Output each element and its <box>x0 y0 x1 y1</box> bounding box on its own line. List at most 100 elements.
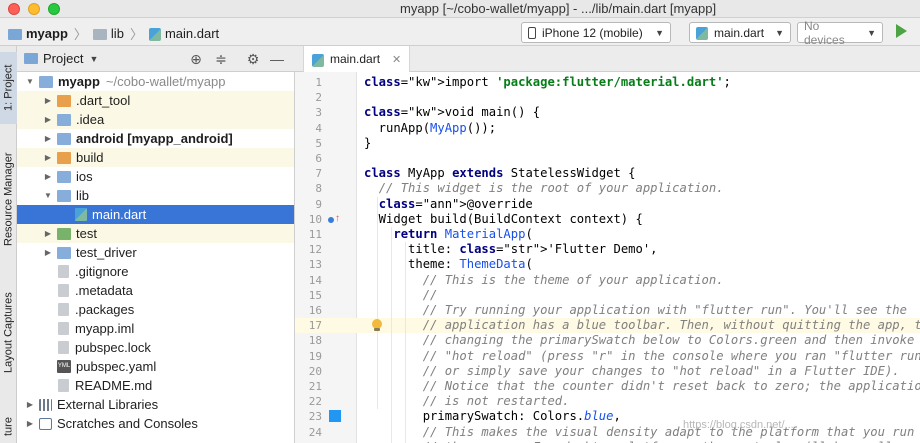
tree-item[interactable]: .metadata <box>17 281 294 300</box>
breadcrumb-lib[interactable]: lib <box>111 26 124 41</box>
code-line[interactable]: // or simply save your changes to "hot r… <box>364 364 900 379</box>
code-line[interactable]: // This makes the visual density adapt t… <box>364 425 915 440</box>
breadcrumb-project[interactable]: myapp <box>26 26 68 41</box>
expand-arrow-icon[interactable]: ▼ <box>43 191 53 200</box>
code-line[interactable]: class="kw">import 'package:flutter/mater… <box>364 75 731 90</box>
window-minimize-button[interactable] <box>28 3 40 15</box>
tree-item[interactable]: myapp.iml <box>17 319 294 338</box>
tree-item-path: ~/cobo-wallet/myapp <box>105 74 226 89</box>
line-number: 18 <box>308 334 322 348</box>
tree-item[interactable]: ▶ .dart_tool <box>17 91 294 110</box>
chevron-down-icon[interactable]: ▼ <box>89 54 98 64</box>
locate-icon[interactable]: ⊕ <box>188 51 204 67</box>
tree-item[interactable]: .gitignore <box>17 262 294 281</box>
code-line[interactable]: Widget build(BuildContext context) { <box>364 212 643 227</box>
tool-tab-project[interactable]: 1: Project <box>0 52 17 124</box>
code-line[interactable]: } <box>364 136 371 151</box>
collapse-arrow-icon[interactable]: ▶ <box>43 229 53 238</box>
hide-panel-icon[interactable]: — <box>269 51 285 67</box>
collapse-arrow-icon[interactable]: ▶ <box>43 115 53 124</box>
tree-item[interactable]: .packages <box>17 300 294 319</box>
tree-item[interactable]: main.dart <box>17 205 294 224</box>
tree-item[interactable]: ▶ test <box>17 224 294 243</box>
code-line[interactable]: class="kw">void main() { <box>364 105 540 120</box>
line-number: 9 <box>315 197 322 211</box>
tree-item-label: .dart_tool <box>76 93 131 108</box>
code-line[interactable]: runApp(MyApp()); <box>364 121 496 136</box>
tree-item[interactable]: ▶ build <box>17 148 294 167</box>
tree-item-label: .gitignore <box>75 264 129 279</box>
code-line[interactable]: class="ann">@override <box>364 197 533 212</box>
color-swatch-icon[interactable] <box>329 410 341 423</box>
editor-tab-main-dart[interactable]: main.dart ✕ <box>303 46 411 72</box>
close-icon[interactable]: ✕ <box>392 53 401 66</box>
code-line[interactable]: // is not restarted. <box>364 394 570 409</box>
tree-item[interactable]: ▶ External Libraries <box>17 395 294 414</box>
tree-item[interactable]: ▶ test_driver <box>17 243 294 262</box>
override-marker-icon[interactable]: ↑ <box>328 213 342 226</box>
window-close-button[interactable] <box>8 3 20 15</box>
collapse-all-icon[interactable]: ≑ <box>213 51 229 67</box>
run-config-selector[interactable]: main.dart ▼ <box>689 22 791 43</box>
line-number: 11 <box>308 228 322 241</box>
dart-file-icon <box>75 208 87 221</box>
tree-item[interactable]: ▶ Scratches and Consoles <box>17 414 294 433</box>
line-number: 15 <box>308 288 322 302</box>
collapse-arrow-icon[interactable]: ▶ <box>43 134 53 143</box>
file-icon <box>58 322 69 335</box>
line-number: 10 <box>308 212 322 226</box>
code-line[interactable]: // This is the theme of your application… <box>364 273 724 288</box>
tree-item-label: .metadata <box>75 283 133 298</box>
breadcrumb-separator-icon: 〉 <box>129 27 143 42</box>
tree-item[interactable]: ▼ myapp ~/cobo-wallet/myapp <box>17 72 294 91</box>
tree-item[interactable]: ▶ .idea <box>17 110 294 129</box>
file-icon <box>58 341 69 354</box>
intention-bulb-icon[interactable] <box>371 319 383 332</box>
collapse-arrow-icon[interactable]: ▶ <box>25 400 35 409</box>
device-selector[interactable]: iPhone 12 (mobile) ▼ <box>521 22 671 43</box>
tree-item[interactable]: ▶ ios <box>17 167 294 186</box>
collapse-arrow-icon[interactable]: ▶ <box>43 153 53 162</box>
collapse-arrow-icon[interactable]: ▶ <box>43 248 53 257</box>
tree-item[interactable]: ▶ android [myapp_android] <box>17 129 294 148</box>
code-line[interactable]: // application has a blue toolbar. Then,… <box>364 318 920 333</box>
code-line[interactable]: // <box>364 288 438 303</box>
code-line[interactable]: title: class="str">'Flutter Demo', <box>364 242 658 257</box>
breadcrumb-file[interactable]: main.dart <box>165 26 219 41</box>
code-line[interactable]: // Try running your application with "fl… <box>364 303 907 318</box>
tree-item[interactable]: pubspec.lock <box>17 338 294 357</box>
code-line[interactable]: // "hot reload" (press "r" in the consol… <box>364 349 920 364</box>
collapse-arrow-icon[interactable]: ▶ <box>43 172 53 181</box>
expand-arrow-icon[interactable]: ▼ <box>25 77 35 86</box>
tool-tab-capture[interactable]: ture <box>0 412 17 442</box>
code-line[interactable]: // changing the primarySwatch below to C… <box>364 333 915 348</box>
tree-item[interactable]: YML pubspec.yaml <box>17 357 294 376</box>
tree-item[interactable]: README.md <box>17 376 294 395</box>
code-editor[interactable]: class="kw">import 'package:flutter/mater… <box>357 72 920 443</box>
run-icon[interactable] <box>896 24 907 38</box>
collapse-arrow-icon[interactable]: ▶ <box>25 419 35 428</box>
tree-item-label: pubspec.yaml <box>76 359 157 374</box>
code-line[interactable]: class MyApp extends StatelessWidget { <box>364 166 636 181</box>
folder-icon <box>57 170 71 183</box>
tool-tab-layout-captures[interactable]: Layout Captures <box>0 286 17 380</box>
code-line[interactable]: theme: ThemeData( <box>364 257 533 272</box>
devices-label: No devices <box>804 18 845 47</box>
window-maximize-button[interactable] <box>48 3 60 15</box>
phone-icon <box>528 26 536 39</box>
left-tool-strip: 1: Project Resource Manager Layout Captu… <box>0 46 17 443</box>
collapse-arrow-icon[interactable]: ▶ <box>43 96 53 105</box>
line-number: 4 <box>315 121 322 135</box>
target-devices-selector[interactable]: No devices ▼ <box>797 19 883 47</box>
gear-icon[interactable]: ⚙ <box>245 51 261 67</box>
file-icon <box>58 284 69 297</box>
tree-item[interactable]: ▼ lib <box>17 186 294 205</box>
code-line[interactable]: // This widget is the root of your appli… <box>364 181 724 196</box>
code-line[interactable]: primarySwatch: Colors.blue, <box>364 409 621 424</box>
project-panel-title[interactable]: Project <box>43 51 83 66</box>
code-line[interactable]: // Notice that the counter didn't reset … <box>364 379 920 394</box>
run-config-label: main.dart <box>714 25 765 40</box>
code-line[interactable]: return MaterialApp( <box>364 227 532 242</box>
tool-tab-resource-manager[interactable]: Resource Manager <box>0 146 17 252</box>
line-number: 22 <box>308 395 322 409</box>
